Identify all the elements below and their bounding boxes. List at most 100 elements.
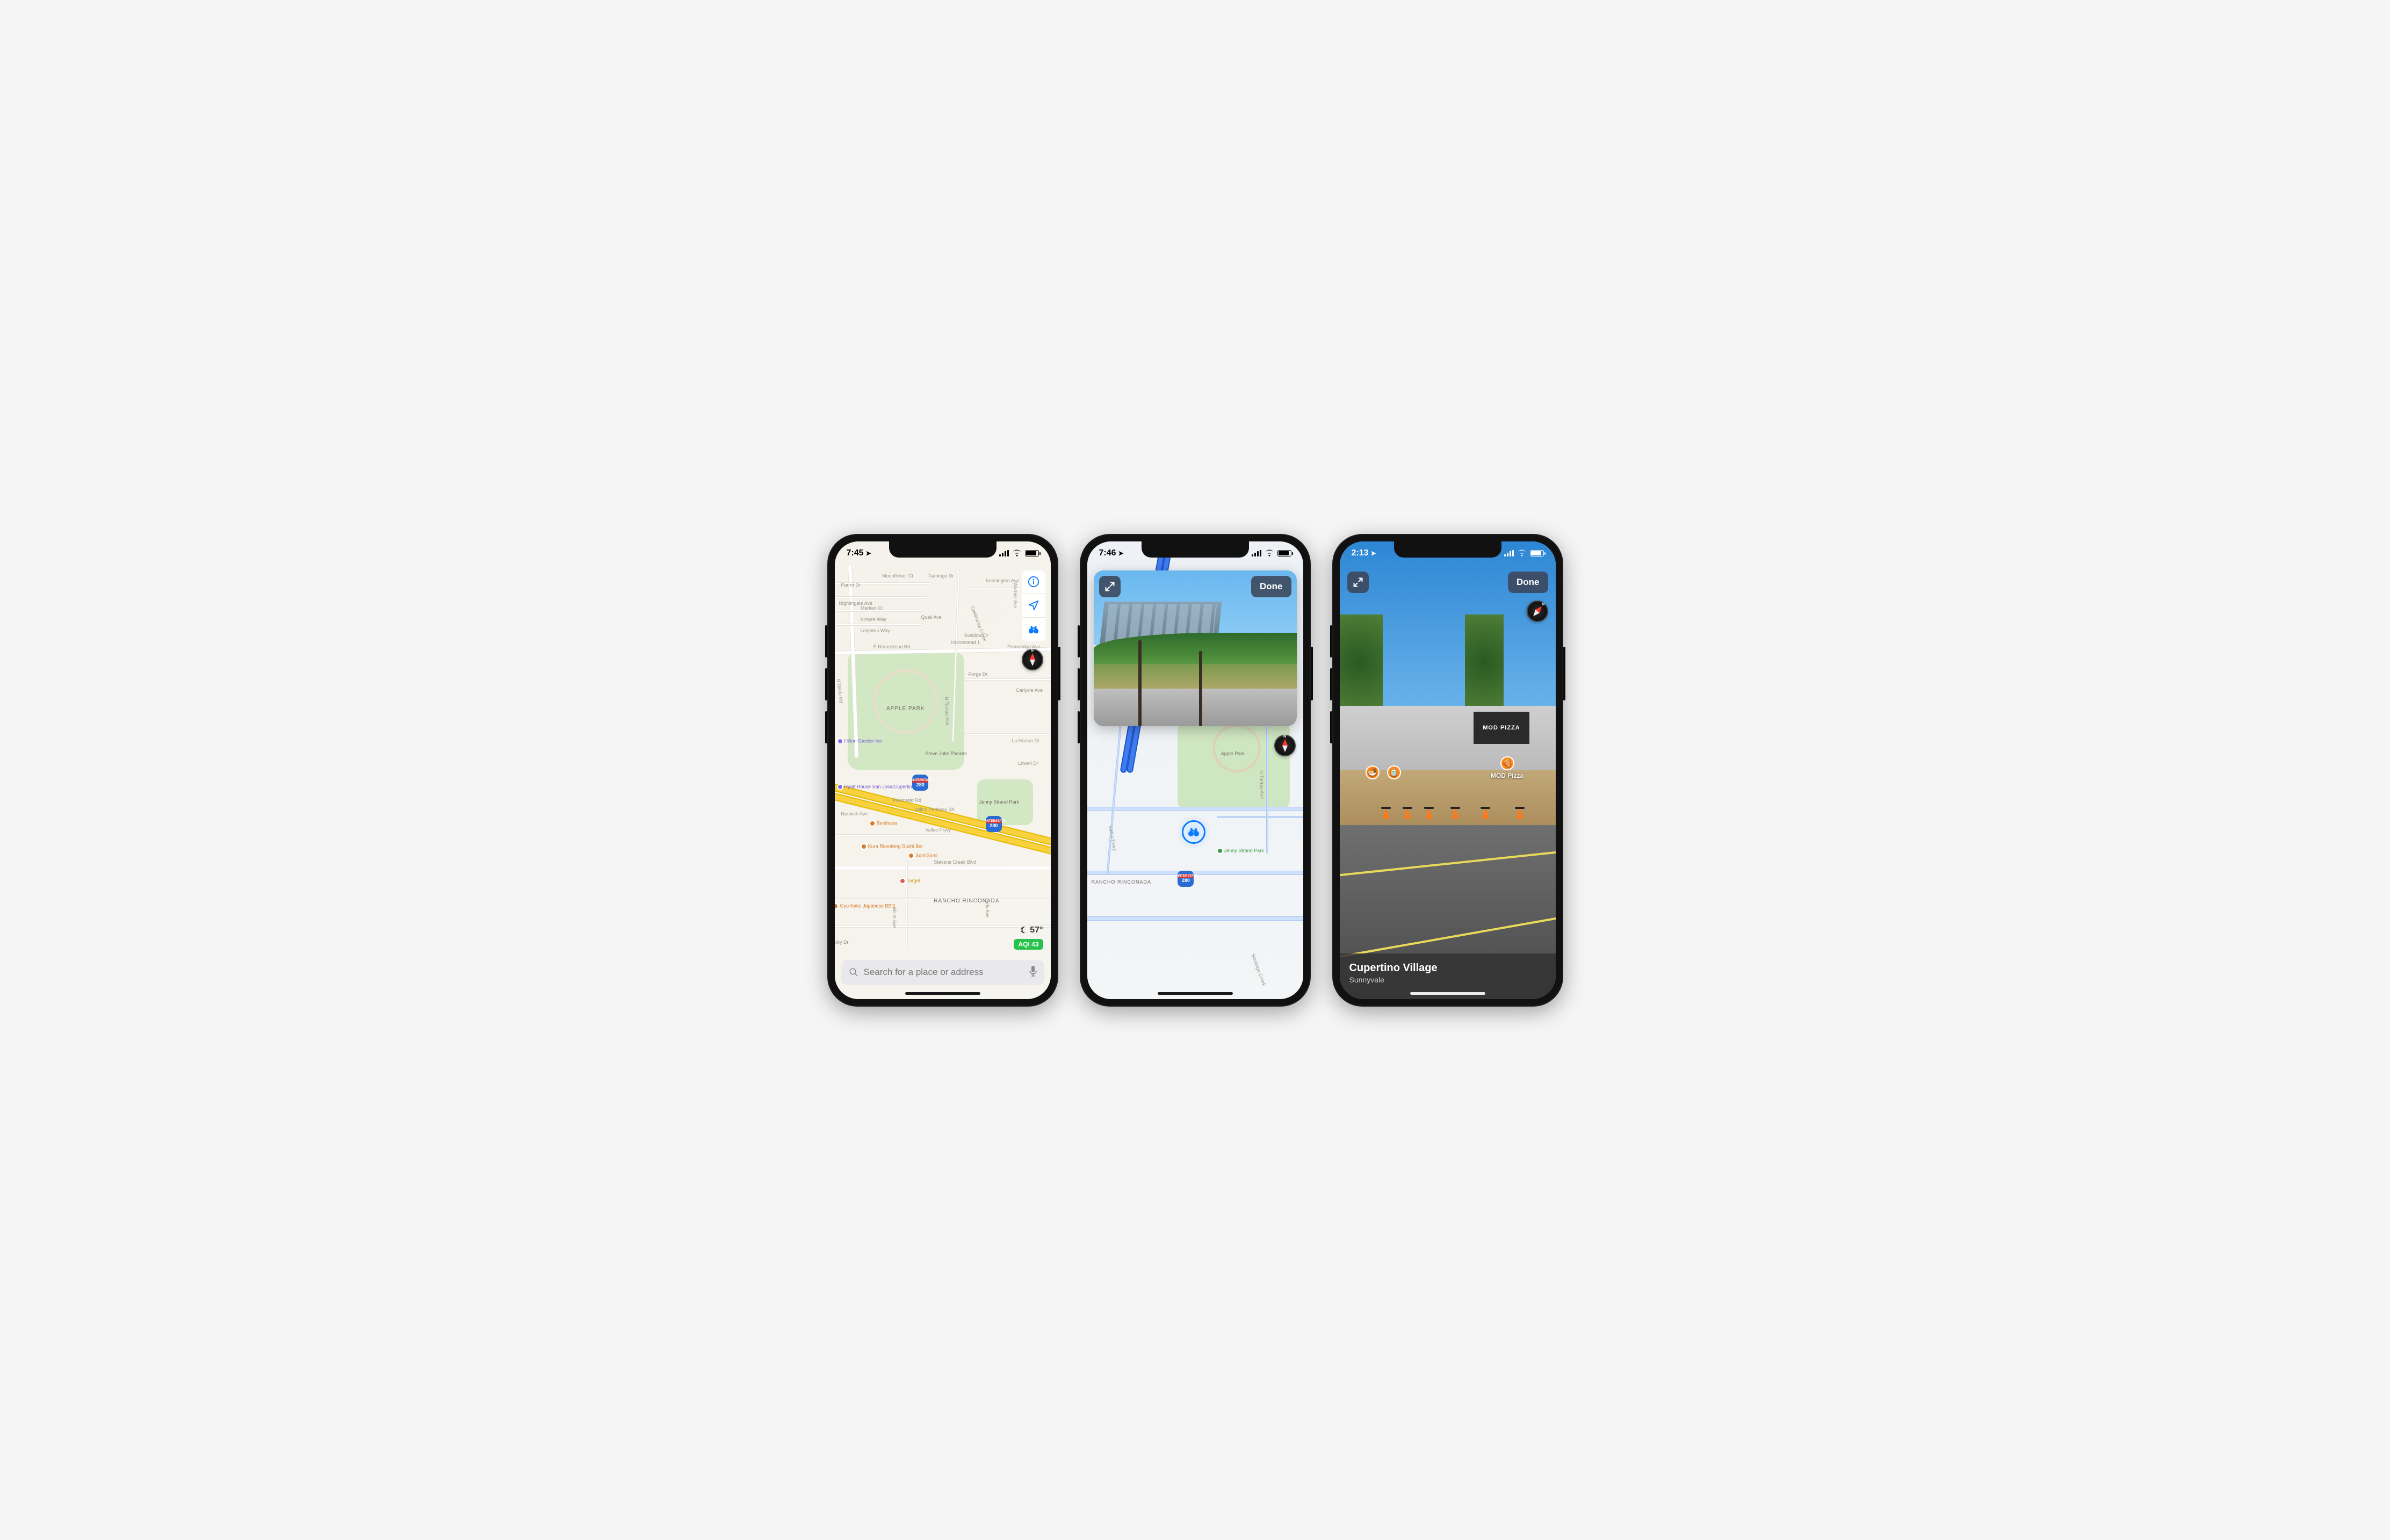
ar-pin-mod-pizza[interactable]: 🍕 MOD Pizza bbox=[1491, 756, 1523, 779]
label-jenny-strand[interactable]: Jenny Strand Park bbox=[1217, 848, 1264, 854]
label-forge: Forge Dr bbox=[969, 671, 988, 677]
label-stevens-creek: Stevens Creek Blvd bbox=[934, 859, 976, 865]
hwy-shield-280-a: INTERSTATE280 bbox=[912, 775, 928, 791]
label-kintyre: Kintyre Way bbox=[861, 617, 886, 622]
label-homestead: E Homestead Rd bbox=[873, 644, 911, 649]
status-time: 2:13 bbox=[1352, 548, 1369, 558]
home-indicator[interactable] bbox=[1158, 992, 1233, 995]
search-input[interactable] bbox=[864, 967, 1024, 978]
compass-button[interactable]: N bbox=[1022, 649, 1043, 670]
label-steve-jobs-theater: Steve Jobs Theater bbox=[925, 751, 967, 757]
hwy-shield-280-b: INTERSTATE280 bbox=[986, 816, 1002, 832]
info-button[interactable] bbox=[1022, 570, 1045, 594]
location-title: Cupertino Village bbox=[1349, 962, 1546, 974]
poi-benihana[interactable]: Benihana bbox=[869, 820, 897, 827]
label-vallco: Vallco Pkwy bbox=[925, 827, 951, 833]
info-icon bbox=[1028, 576, 1039, 588]
ar-pin-secondary-a[interactable]: 🍜 bbox=[1366, 765, 1380, 779]
label-wolfe: N Wolfe Rd bbox=[836, 678, 844, 704]
home-indicator[interactable] bbox=[1410, 992, 1485, 995]
compass-icon: N bbox=[1022, 649, 1043, 670]
compass-icon: N bbox=[1274, 735, 1296, 756]
label-laherran: La Herran Dr bbox=[1012, 738, 1039, 743]
weather-chip[interactable]: ☾ 57° bbox=[1020, 925, 1043, 936]
look-around-marker[interactable] bbox=[1182, 820, 1205, 844]
poi-target[interactable]: Target bbox=[899, 878, 920, 884]
label-bixby: Bixby Dr bbox=[835, 939, 849, 945]
label-warbler: Warbler Ave bbox=[1013, 582, 1018, 609]
label-flamingo: Flamingo Dr bbox=[927, 573, 954, 579]
binoculars-icon bbox=[1187, 826, 1200, 838]
cellular-icon bbox=[999, 550, 1009, 556]
search-field[interactable] bbox=[841, 960, 1044, 985]
phone-3-frame: MOD PIZZA 🍕 MOD Pizza 🍜 🍵 Done N bbox=[1332, 534, 1563, 1007]
apple-park-ring bbox=[1212, 724, 1261, 772]
wifi-icon bbox=[1012, 550, 1022, 557]
phone-1-screen: APPLE PARK Steve Jobs Theater Jenny Stra… bbox=[835, 541, 1051, 999]
pizza-icon: 🍕 bbox=[1500, 756, 1514, 770]
label-tantau: N Tantau Ave bbox=[1259, 770, 1265, 799]
battery-icon bbox=[1530, 550, 1544, 556]
label-apple-park: Apple Park bbox=[1221, 751, 1245, 757]
poi-gyukaku[interactable]: Gyu-Kaku Japanese BBQ bbox=[835, 903, 896, 909]
location-subtitle: Sunnyvale bbox=[1349, 975, 1546, 984]
home-indicator[interactable] bbox=[905, 992, 980, 995]
look-around-fullscreen[interactable]: MOD PIZZA 🍕 MOD Pizza 🍜 🍵 bbox=[1340, 541, 1556, 999]
map-controls-stack bbox=[1022, 570, 1045, 641]
phone-3-screen: MOD PIZZA 🍕 MOD Pizza 🍜 🍵 Done N bbox=[1340, 541, 1556, 999]
wifi-icon bbox=[1265, 550, 1274, 557]
poi-hilton[interactable]: Hilton Garden Inn bbox=[837, 738, 883, 744]
notch bbox=[1142, 541, 1249, 558]
label-miller: Miller Ave bbox=[892, 907, 897, 928]
look-around-preview[interactable]: Done bbox=[1094, 570, 1297, 726]
status-time: 7:46 bbox=[1099, 548, 1116, 558]
cellular-icon bbox=[1252, 550, 1261, 556]
location-button[interactable] bbox=[1022, 594, 1045, 618]
label-leighton: Leighton Way bbox=[861, 628, 890, 633]
shrink-button[interactable] bbox=[1347, 572, 1369, 593]
done-button[interactable]: Done bbox=[1251, 576, 1291, 597]
poi-somisomi[interactable]: SomiSomi bbox=[908, 852, 937, 859]
binoculars-icon bbox=[1028, 624, 1039, 635]
label-tantau: N Tantau Ave bbox=[944, 697, 950, 726]
label-swallow: Swallow Dr bbox=[964, 633, 988, 638]
food-icon: 🍵 bbox=[1387, 765, 1401, 779]
label-moonflower: Moonflower Ct bbox=[882, 573, 913, 579]
status-time: 7:45 bbox=[847, 548, 864, 558]
expand-button[interactable] bbox=[1099, 576, 1121, 597]
battery-icon bbox=[1277, 550, 1291, 556]
compass-button[interactable]: N bbox=[1274, 735, 1296, 756]
done-button[interactable]: Done bbox=[1508, 572, 1548, 593]
aqi-chip[interactable]: AQI 43 bbox=[1014, 939, 1043, 950]
food-icon: 🍜 bbox=[1366, 765, 1380, 779]
mic-icon[interactable] bbox=[1029, 966, 1037, 979]
apple-park-ring bbox=[873, 669, 938, 734]
ar-pin-secondary-b[interactable]: 🍵 bbox=[1387, 765, 1401, 779]
label-norwich: Norwich Ave bbox=[841, 811, 868, 816]
hwy-shield-280: INTERSTATE280 bbox=[1178, 871, 1194, 887]
label-carlysle: Carlysle Ave bbox=[1016, 688, 1043, 693]
phone-1-frame: APPLE PARK Steve Jobs Theater Jenny Stra… bbox=[827, 534, 1058, 1007]
label-quail: Quail Ave bbox=[921, 614, 941, 620]
binoculars-button[interactable] bbox=[1022, 618, 1045, 641]
poi-hyatt[interactable]: Hyatt House San Jose/Cupertino bbox=[837, 784, 915, 790]
label-parrot: Parrot Dr bbox=[841, 582, 861, 588]
compass-icon: N bbox=[1522, 596, 1552, 626]
moon-icon: ☾ bbox=[1020, 925, 1028, 936]
compass-button[interactable]: N bbox=[1527, 601, 1548, 622]
ar-pin-label: MOD Pizza bbox=[1491, 772, 1523, 779]
label-lowell: Lowell Dr bbox=[1018, 761, 1038, 766]
label-judy: Judy Ave bbox=[985, 898, 990, 917]
search-icon bbox=[849, 967, 858, 977]
vallco-pkwy bbox=[835, 834, 954, 836]
weather-stack: ☾ 57° AQI 43 bbox=[1014, 925, 1043, 950]
stevens-creek-blvd bbox=[835, 866, 1051, 870]
label-apple-park: APPLE PARK bbox=[886, 706, 925, 712]
poi-kura[interactable]: Kura Revolving Sushi Bar bbox=[861, 843, 923, 850]
phone-2-frame: Apple Park Jenny Strand Park RANCHO RINC… bbox=[1080, 534, 1311, 1007]
label-vallco2: Vallco Parkway 2A bbox=[914, 807, 954, 812]
shrink-icon bbox=[1353, 577, 1363, 588]
label-saratoga: Saratoga Creek bbox=[1251, 953, 1267, 987]
notch bbox=[889, 541, 997, 558]
label-rancho: RANCHO RINCONADA bbox=[1092, 880, 1152, 885]
